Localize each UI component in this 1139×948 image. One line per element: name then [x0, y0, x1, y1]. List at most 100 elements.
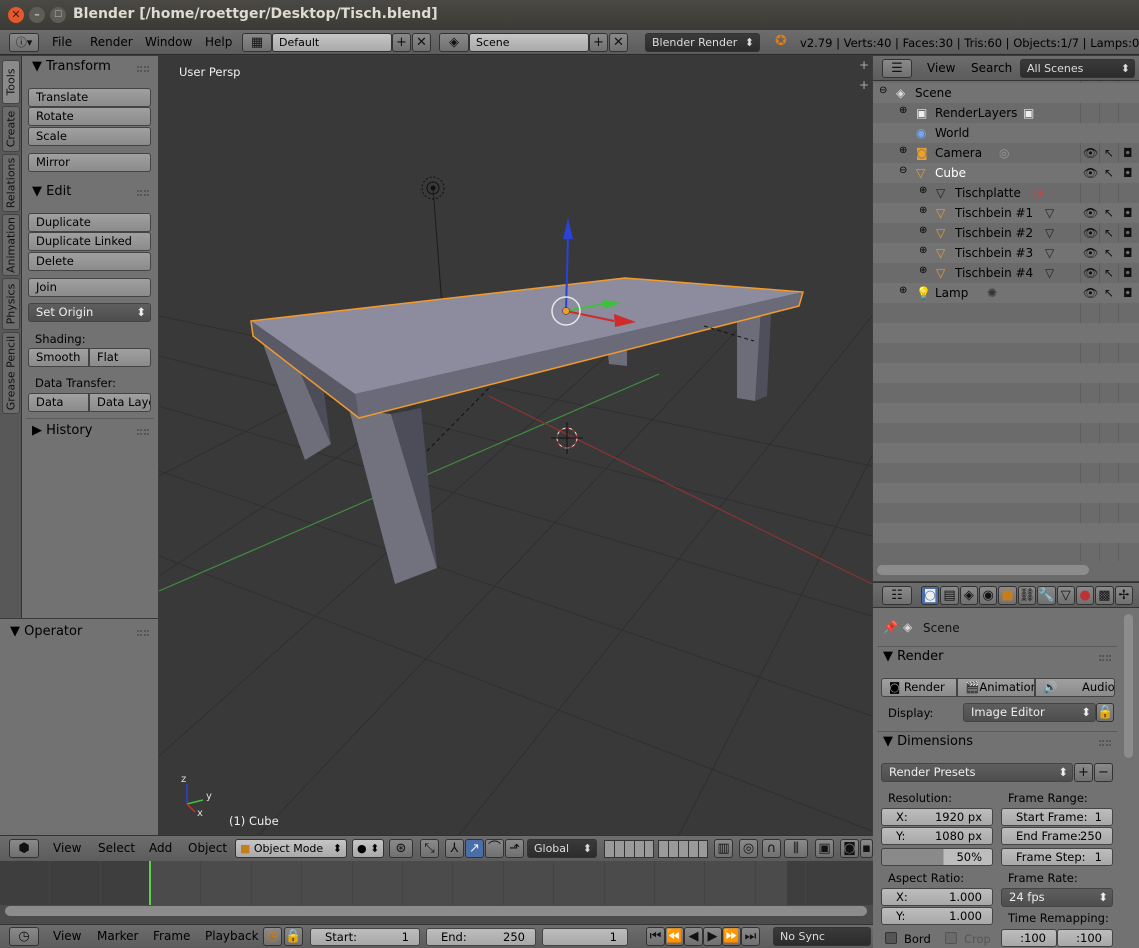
resolution-percentage-slider[interactable]: 50% — [881, 848, 993, 866]
outliner-menu-view[interactable]: View — [927, 61, 955, 75]
operator-panel-header[interactable]: ▼ Operator — [10, 624, 82, 639]
timeline-editor-type-button[interactable]: ◷ — [9, 927, 39, 946]
lamp-object[interactable] — [421, 176, 445, 200]
dimensions-panel-header[interactable]: ▼ Dimensions — [883, 734, 973, 749]
render-panel-header[interactable]: ▼ Render — [883, 649, 943, 664]
opengl-render-button[interactable]: ◙ — [840, 839, 859, 858]
expand-toggle-icon[interactable]: ⊕ — [919, 245, 927, 256]
properties-editor-type-button[interactable]: ☷ — [882, 586, 912, 605]
collapse-toggle-icon[interactable]: ⊖ — [899, 165, 907, 176]
rotate-manipulator-button[interactable]: ↗ — [465, 839, 484, 858]
selectable-cursor-icon[interactable]: ↖ — [1104, 166, 1118, 180]
jump-keyframe-forward-icon[interactable]: ⏩ — [722, 927, 741, 946]
outliner-row-tischbein-1[interactable]: ⊕ ▽ Tischbein #1 ▽ 👁 ↖ ◘ — [873, 203, 1139, 223]
timeline-scrollbar[interactable] — [5, 906, 867, 916]
render-layers-context-icon[interactable]: ▤ — [940, 586, 959, 605]
time-remap-new-field[interactable]: :100 — [1057, 929, 1113, 947]
scale-button[interactable]: Scale — [28, 127, 151, 146]
outliner-row-tischbein-4[interactable]: ⊕ ▽ Tischbein #4 ▽ 👁 ↖ ◘ — [873, 263, 1139, 283]
expand-toggle-icon[interactable]: ⊕ — [899, 285, 907, 296]
timeline-menu-playback[interactable]: Playback — [205, 929, 259, 943]
add-scene-button[interactable]: + — [589, 33, 608, 52]
view3d-menu-object[interactable]: Object — [188, 841, 227, 855]
render-animation-button[interactable]: 🎬Animation — [957, 678, 1035, 697]
panel-grip-icon[interactable] — [1099, 655, 1111, 661]
history-panel-header[interactable]: ▶ History — [32, 423, 92, 438]
lock-time-button[interactable]: 🔒 — [284, 927, 303, 946]
sync-mode-select[interactable]: No Sync — [773, 927, 871, 946]
outliner-row-scene[interactable]: ⊖ ◈ Scene — [873, 83, 1139, 103]
timeline-menu-view[interactable]: View — [53, 929, 81, 943]
timeline-editor[interactable]: -40-200204060801001201401601802002202402… — [0, 861, 873, 924]
panel-grip-icon[interactable] — [137, 66, 149, 72]
object-context-icon[interactable]: ■ — [998, 586, 1017, 605]
table-top-surface[interactable] — [251, 278, 803, 394]
panel-grip-icon[interactable] — [137, 190, 149, 196]
properties-scrollbar[interactable] — [1124, 614, 1133, 758]
add-preset-button[interactable]: + — [1074, 763, 1093, 782]
3d-cursor[interactable] — [551, 422, 583, 454]
view3d-menu-view[interactable]: View — [53, 841, 81, 855]
render-image-button[interactable]: ◙ Render — [881, 678, 957, 697]
selectable-cursor-icon[interactable]: ↖ — [1104, 226, 1118, 240]
expand-toggle-icon[interactable]: ⊕ — [919, 205, 927, 216]
outliner-display-mode-select[interactable]: All Scenes ⬍ — [1020, 59, 1135, 78]
time-remap-old-field[interactable]: :100 — [1001, 929, 1057, 947]
render-engine-select[interactable]: Blender Render ⬍ — [645, 33, 760, 52]
visibility-eye-icon[interactable]: 👁 — [1083, 146, 1098, 160]
start-frame-input[interactable]: Start: 1 — [310, 928, 420, 946]
particles-context-icon[interactable]: ✢ — [1114, 586, 1133, 605]
aspect-x-field[interactable]: X: 1.000 — [881, 888, 993, 906]
scene-icon-button[interactable]: ◈ — [439, 33, 469, 52]
set-origin-dropdown[interactable]: Set Origin ⬍ — [28, 303, 151, 322]
selectable-cursor-icon[interactable]: ↖ — [1104, 146, 1118, 160]
tab-animation[interactable]: Animation — [2, 214, 20, 276]
renderable-camera-icon[interactable]: ◘ — [1123, 286, 1137, 300]
collapse-toggle-icon[interactable]: ⊖ — [879, 85, 887, 96]
menu-window[interactable]: Window — [145, 35, 192, 49]
texture-context-icon[interactable]: ▩ — [1095, 586, 1114, 605]
outliner-row-cube[interactable]: ⊖ ▽ Cube 👁 ↖ ◘ — [873, 163, 1139, 183]
view3d-menu-select[interactable]: Select — [98, 841, 135, 855]
display-mode-select[interactable]: Image Editor ⬍ — [963, 703, 1096, 722]
jump-start-icon[interactable]: ⏮ — [646, 927, 665, 946]
editor-type-info-button[interactable]: ⓘ▾ — [9, 33, 39, 52]
selectable-cursor-icon[interactable]: ↖ — [1104, 266, 1118, 280]
translate-manipulator-button[interactable]: ⅄ — [445, 839, 464, 858]
end-frame-field[interactable]: End Frame: 250 — [1001, 827, 1113, 845]
current-frame-indicator[interactable] — [149, 861, 151, 905]
resolution-y-field[interactable]: Y: 1080 px — [881, 827, 993, 845]
snap-element-button[interactable]: ⫼ — [784, 839, 808, 858]
data-transfer-button[interactable]: Data — [28, 393, 89, 412]
visibility-eye-icon[interactable]: 👁 — [1083, 206, 1098, 220]
render-context-camera-icon[interactable]: ◙ — [921, 586, 940, 605]
smooth-shading-button[interactable]: Smooth — [28, 348, 89, 367]
border-checkbox[interactable] — [885, 932, 897, 944]
lock-interface-button[interactable]: 🔒 — [1096, 703, 1114, 722]
render-presets-select[interactable]: Render Presets ⬍ — [881, 763, 1073, 782]
jump-keyframe-back-icon[interactable]: ⏪ — [665, 927, 684, 946]
outliner-row-tischplatte[interactable]: ⊕ ▽ Tischplatte ◍ — [873, 183, 1139, 203]
flat-shading-button[interactable]: Flat — [89, 348, 151, 367]
panel-grip-icon[interactable] — [137, 429, 149, 435]
renderable-camera-icon[interactable]: ◘ — [1123, 246, 1137, 260]
selectable-cursor-icon[interactable]: ↖ — [1104, 206, 1118, 220]
visibility-eye-icon[interactable]: 👁 — [1083, 166, 1098, 180]
close-window-button[interactable]: ✕ — [8, 7, 24, 23]
snap-target-button[interactable]: ▣ — [815, 839, 834, 858]
transform-panel-header[interactable]: ▼ Transform — [32, 59, 111, 74]
scene-field[interactable]: Scene — [469, 33, 589, 52]
crop-checkbox[interactable] — [945, 932, 957, 944]
outliner-menu-search[interactable]: Search — [971, 61, 1012, 75]
scale-manipulator-button[interactable]: ⬏ — [505, 839, 524, 858]
renderable-camera-icon[interactable]: ◘ — [1123, 146, 1137, 160]
current-frame-input[interactable]: 1 — [542, 928, 628, 946]
outliner-row-tischbein-3[interactable]: ⊕ ▽ Tischbein #3 ▽ 👁 ↖ ◘ — [873, 243, 1139, 263]
pin-icon[interactable]: 📌 — [883, 620, 898, 634]
play-icon[interactable]: ▶ — [703, 927, 722, 946]
translate-button[interactable]: Translate — [28, 88, 151, 107]
delete-screen-button[interactable]: ✕ — [412, 33, 431, 52]
view3d-editor-type-button[interactable]: ⬢ — [9, 839, 39, 858]
transform-orientation-select[interactable]: Global ⬍ — [527, 839, 597, 858]
duplicate-button[interactable]: Duplicate — [28, 213, 151, 232]
